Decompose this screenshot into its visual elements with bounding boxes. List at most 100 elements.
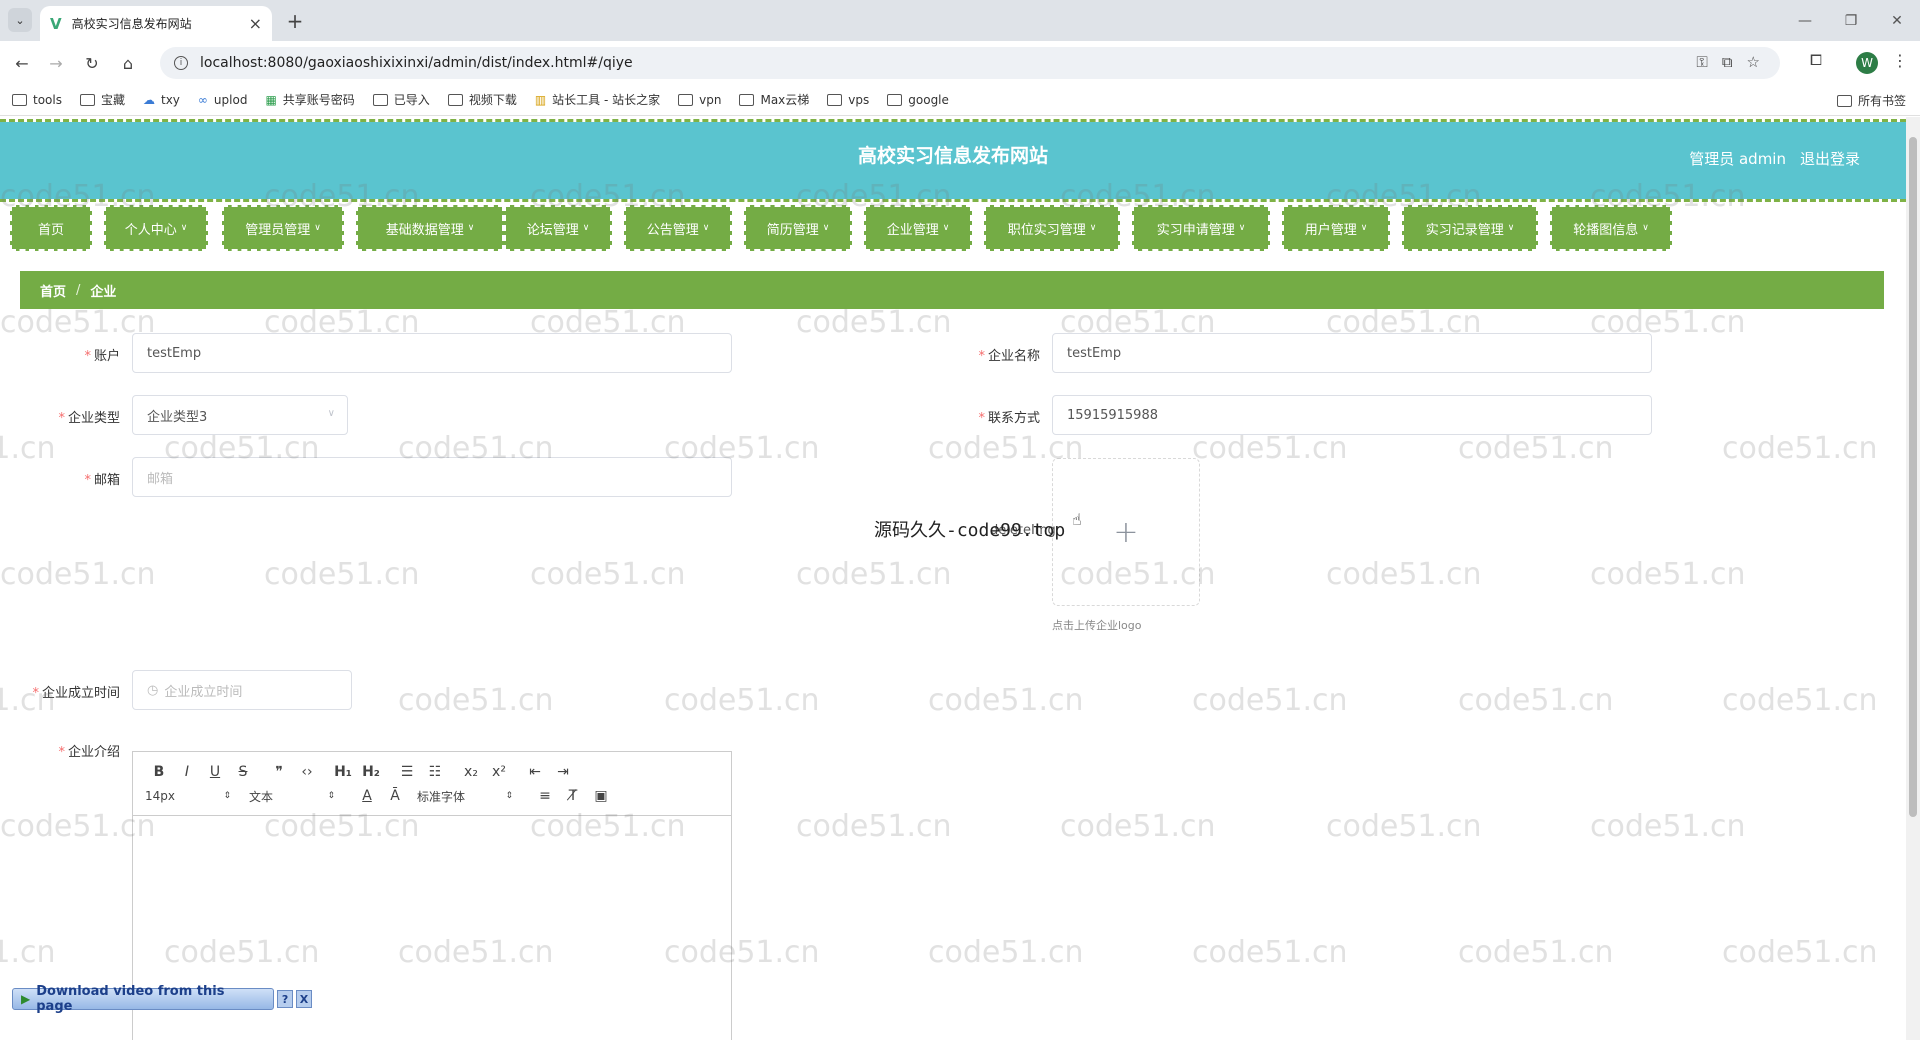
menu-personal-center[interactable]: 个人中心 ∨: [104, 205, 208, 251]
menu-internship-apply[interactable]: 实习申请管理 ∨: [1132, 205, 1270, 251]
download-video-button[interactable]: ▶ Download video from this page: [12, 984, 275, 1014]
italic-icon[interactable]: I: [173, 764, 201, 780]
font-size-select[interactable]: 14px ⇕: [145, 789, 231, 803]
folder-icon: [739, 93, 755, 106]
breadcrumb-current: 企业: [90, 284, 117, 300]
forward-icon[interactable]: →: [44, 51, 68, 75]
bookmarks-bar: tools 宝藏 ☁ txy ∞ uplod ▦ 共享账号密码 已导入 视频下载 ▥ 站…: [0, 84, 1920, 116]
editor-toolbar: B I U S ❞ ‹› H₁ H₂ ☰ ☷ x₂ x² ⇤ ⇥ 14px ⇕ …: [133, 752, 731, 816]
tab-close-icon[interactable]: ×: [249, 14, 262, 33]
company-type-select[interactable]: 企业类型3 ∨: [132, 395, 348, 435]
all-bookmarks[interactable]: 所有书签: [1836, 92, 1906, 109]
bookmark-item[interactable]: tools: [12, 93, 62, 107]
browser-menu-icon[interactable]: ⋮: [1892, 51, 1908, 70]
contact-label: * 联系方式: [978, 411, 1040, 426]
bookmark-item[interactable]: ∞ uplod: [198, 93, 248, 107]
address-bar[interactable]: i localhost:8080/gaoxiaoshixixinxi/admin…: [160, 47, 1780, 79]
bookmark-item[interactable]: vps: [827, 93, 869, 107]
page-scrollbar[interactable]: [1906, 117, 1920, 1040]
breadcrumb-home[interactable]: 首页: [40, 281, 66, 300]
background-color-icon[interactable]: Ā: [381, 788, 409, 804]
bookmark-item[interactable]: vpn: [678, 93, 721, 107]
menu-home[interactable]: 首页: [10, 205, 92, 251]
company-type-label: * 企业类型: [58, 411, 120, 426]
bookmark-item[interactable]: 已导入: [372, 91, 430, 108]
browser-tab-active[interactable]: V 高校实习信息发布网站 ×: [40, 6, 272, 41]
indent-icon[interactable]: ⇥: [549, 764, 577, 780]
font-color-icon[interactable]: A: [353, 788, 381, 804]
heading1-icon[interactable]: H₁: [329, 764, 357, 780]
close-window-icon[interactable]: ✕: [1874, 0, 1920, 41]
page-content: 高校实习信息发布网站 管理员 admin 退出登录 首页 个人中心 ∨ 管理员管理…: [0, 117, 1906, 1040]
folder-icon: [79, 93, 95, 106]
menu-announcement[interactable]: 公告管理 ∨: [624, 205, 732, 251]
menu-internship-position[interactable]: 职位实习管理 ∨: [984, 205, 1120, 251]
bold-icon[interactable]: B: [145, 764, 173, 780]
restore-icon[interactable]: ❐: [1828, 0, 1874, 41]
subscript-icon[interactable]: x₂: [457, 764, 485, 780]
strike-icon[interactable]: S: [229, 764, 257, 780]
extensions-icon[interactable]: ⧠: [1810, 51, 1822, 69]
clear-format-icon[interactable]: T̸: [559, 788, 587, 804]
profile-avatar[interactable]: W: [1856, 52, 1878, 74]
tab-title: 高校实习信息发布网站: [71, 17, 192, 31]
code-icon[interactable]: ‹›: [293, 764, 321, 780]
bookmark-item[interactable]: ☁ txy: [143, 93, 180, 107]
reload-icon[interactable]: ↻: [80, 51, 104, 75]
menu-basic-data[interactable]: 基础数据管理 ∨: [356, 205, 504, 251]
quote-icon[interactable]: ❞: [265, 764, 293, 780]
ordered-list-icon[interactable]: ☰: [393, 764, 421, 780]
logo-upload[interactable]: +: [1052, 458, 1200, 606]
chevron-down-icon: ∨: [1089, 223, 1097, 233]
email-input[interactable]: 邮箱: [132, 457, 732, 497]
company-name-input[interactable]: testEmp: [1052, 333, 1652, 373]
bookmark-star-icon[interactable]: ☆: [1747, 53, 1760, 71]
chevron-down-icon: ∨: [180, 223, 188, 233]
menu-admin-manage[interactable]: 管理员管理 ∨: [222, 205, 344, 251]
folder-icon: [827, 93, 843, 106]
align-icon[interactable]: ≡: [531, 788, 559, 804]
menu-user[interactable]: 用户管理 ∨: [1282, 205, 1390, 251]
password-key-icon[interactable]: ⚿: [1696, 53, 1707, 71]
block-format-select[interactable]: 文本 ⇕: [249, 788, 335, 805]
folder-icon: [1836, 94, 1852, 107]
account-input[interactable]: testEmp: [132, 333, 732, 373]
folder-icon: [447, 93, 463, 106]
url-text: localhost:8080/gaoxiaoshixixinxi/admin/d…: [200, 55, 633, 71]
scroll-thumb[interactable]: [1909, 137, 1917, 817]
minimize-icon[interactable]: —: [1782, 0, 1828, 41]
menu-forum[interactable]: 论坛管理 ∨: [504, 205, 612, 251]
home-icon[interactable]: ⌂: [116, 51, 140, 75]
contact-input[interactable]: 15915915988: [1052, 395, 1652, 435]
founded-date-input[interactable]: ◷ 企业成立时间: [132, 670, 352, 710]
chevron-down-icon: ∨: [314, 223, 321, 233]
download-close-button[interactable]: X: [296, 990, 312, 1008]
font-family-select[interactable]: 标准字体 ⇕: [417, 788, 513, 805]
underline-icon[interactable]: U: [201, 764, 229, 780]
bookmark-item[interactable]: google: [887, 93, 949, 107]
menu-internship-record[interactable]: 实习记录管理 ∨: [1402, 205, 1538, 251]
menu-carousel[interactable]: 轮播图信息 ∨: [1550, 205, 1672, 251]
outdent-icon[interactable]: ⇤: [521, 764, 549, 780]
image-icon[interactable]: ▣: [587, 788, 615, 804]
new-tab-button[interactable]: +: [282, 8, 308, 34]
chart-icon: ▥: [534, 92, 547, 107]
bookmark-item[interactable]: 视频下载: [447, 91, 517, 108]
screenshot-icon[interactable]: ⧉: [1722, 53, 1733, 71]
superscript-icon[interactable]: x²: [485, 764, 513, 780]
chevron-down-icon: ∨: [702, 223, 710, 233]
logout-link[interactable]: 退出登录: [1800, 148, 1860, 169]
heading2-icon[interactable]: H₂: [357, 764, 385, 780]
current-user: 管理员 admin: [1689, 150, 1786, 168]
download-help-button[interactable]: ?: [277, 990, 293, 1008]
menu-company[interactable]: 企业管理 ∨: [864, 205, 972, 251]
bookmark-item[interactable]: Max云梯: [739, 91, 809, 108]
bookmark-item[interactable]: ▦ 共享账号密码: [265, 91, 354, 108]
bullet-list-icon[interactable]: ☷: [421, 764, 449, 780]
back-icon[interactable]: ←: [10, 51, 34, 75]
site-info-icon[interactable]: i: [174, 56, 188, 70]
bookmark-item[interactable]: ▥ 站长工具 - 站长之家: [535, 91, 660, 108]
bookmark-item[interactable]: 宝藏: [79, 91, 125, 108]
tab-search-dropdown[interactable]: ⌄: [8, 8, 32, 32]
menu-resume[interactable]: 简历管理 ∨: [744, 205, 852, 251]
